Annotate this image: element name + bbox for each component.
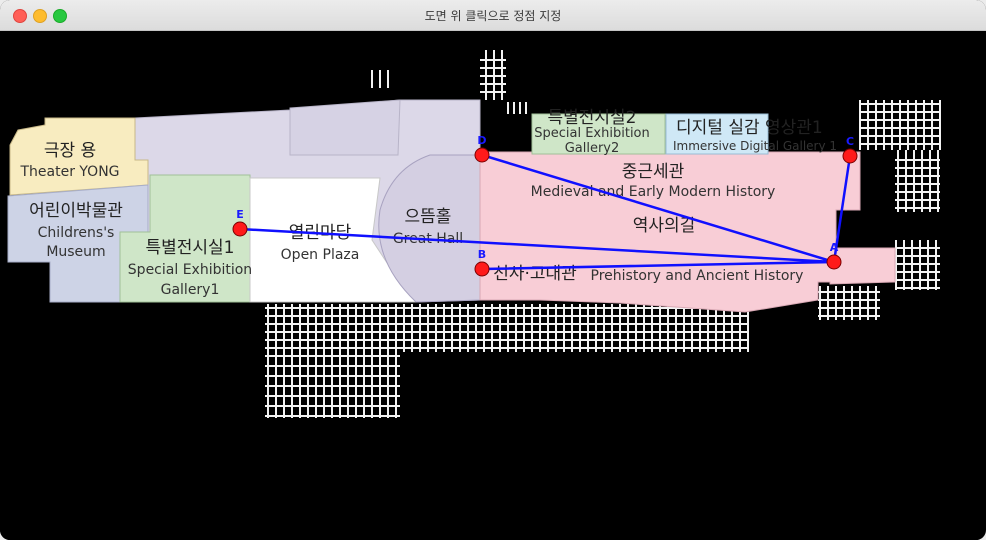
upper-wing xyxy=(289,99,401,156)
theater-label-ko: 극장 용 xyxy=(44,141,96,161)
gallery2-label-en1: Special Exhibition xyxy=(534,126,650,141)
floor-plan-svg[interactable]: 극장 용 Theater YONG 어린이박물관 Childrens's Mus… xyxy=(0,31,980,540)
window-title: 도면 위 클릭으로 정점 지정 xyxy=(424,9,562,23)
medieval-label-ko: 중근세관 xyxy=(622,162,685,182)
vertex-C-label: C xyxy=(846,135,854,148)
floor-plan-canvas[interactable]: 극장 용 Theater YONG 어린이박물관 Childrens's Mus… xyxy=(0,31,980,540)
great-hall-label-ko: 으뜸홀 xyxy=(405,207,452,227)
history-road-label: 역사의길 xyxy=(633,216,696,236)
digital-label-ko: 디지털 실감 영상관1 xyxy=(676,118,823,138)
title-bar: 도면 위 클릭으로 정점 지정 xyxy=(0,0,986,31)
children-label-en1: Childrens's xyxy=(38,225,115,241)
vertex-A-label: A xyxy=(830,241,839,254)
vertex-B-label: B xyxy=(478,248,486,261)
vertex-D-label: D xyxy=(477,134,486,147)
gallery1-label-en1: Special Exhibition xyxy=(128,262,252,278)
digital-label-en: Immersive Digital Gallery 1 xyxy=(673,139,837,153)
app-window: 도면 위 클릭으로 정점 지정 극장 용 Theater YONG 어린이박물관… xyxy=(0,0,986,540)
prehistory-label-en: Prehistory and Ancient History xyxy=(591,268,804,284)
theater-label-en: Theater YONG xyxy=(19,164,119,180)
plaza-label-en: Open Plaza xyxy=(281,247,360,263)
gallery1-label-ko: 특별전시실1 xyxy=(145,238,234,258)
gallery2-label-ko: 특별전시실2 xyxy=(547,108,636,128)
gallery2-label-en2: Gallery2 xyxy=(565,141,620,156)
children-label-ko: 어린이박물관 xyxy=(29,201,123,221)
gallery1-label-en2: Gallery1 xyxy=(161,282,220,298)
vertex-E-label: E xyxy=(236,208,244,221)
medieval-label-en: Medieval and Early Modern History xyxy=(531,184,776,200)
children-label-en2: Museum xyxy=(46,244,105,260)
